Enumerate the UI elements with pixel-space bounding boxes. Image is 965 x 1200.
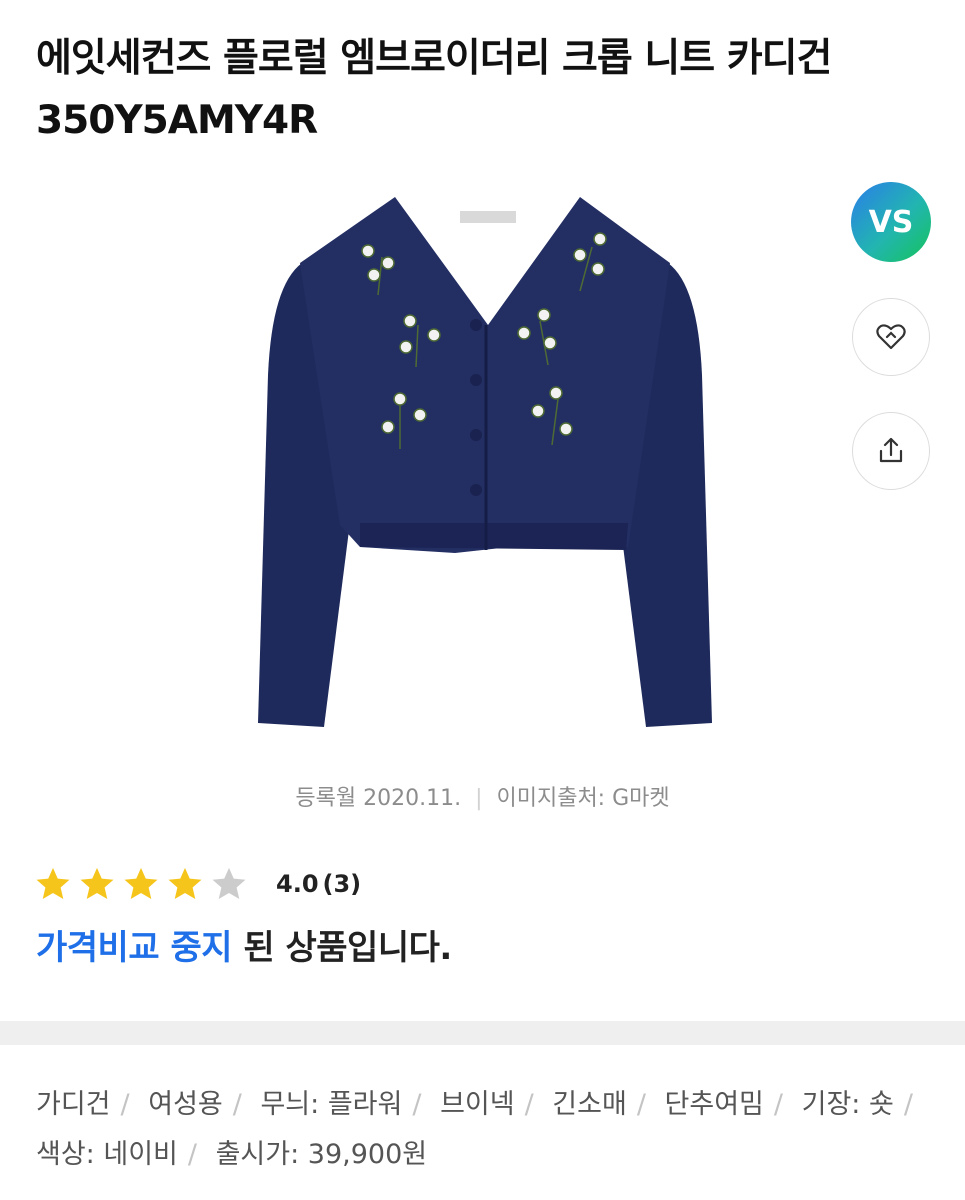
spec-separator: / xyxy=(773,1089,784,1120)
spec-separator: / xyxy=(412,1089,422,1120)
product-title: 에잇세컨즈 플로럴 엠브로이더리 크롭 니트 카디건 350Y5AMY4R xyxy=(36,36,832,143)
rating-score: 4.0 xyxy=(276,870,319,898)
section-divider xyxy=(0,1021,965,1045)
spec-item: 무늬: 플라워 xyxy=(260,1089,403,1120)
spec-separator: / xyxy=(903,1089,913,1120)
status-text: 된 상품입니다. xyxy=(232,928,452,968)
rating: 4.0 (3) xyxy=(34,862,361,906)
status-highlight: 가격비교 중지 xyxy=(36,928,233,968)
star-filled-icon xyxy=(36,867,70,900)
spec-item: 가디건 xyxy=(36,1089,111,1120)
image-source: 이미지출처: G마켓 xyxy=(496,786,670,811)
price-compare-status: 가격비교 중지 된 상품입니다. xyxy=(36,920,452,976)
heart-tag-icon xyxy=(876,324,906,350)
spec-item: 출시가: 39,900원 xyxy=(215,1139,428,1170)
product-specs: 가디건 / 여성용 / 무늬: 플라워 / 브이넥 / 긴소매 / 단추여밈 / 기장: 숏… xyxy=(36,1080,931,1180)
spec-separator: / xyxy=(524,1089,534,1120)
compare-vs-button[interactable]: VS xyxy=(851,182,931,262)
rating-stars xyxy=(34,865,254,903)
spec-item: 여성용 xyxy=(148,1089,223,1120)
meta-divider: | xyxy=(475,786,483,811)
product-meta: 등록월 2020.11. | 이미지출처: G마켓 xyxy=(0,780,965,812)
star-empty-icon xyxy=(212,867,246,900)
spec-item: 긴소매 xyxy=(552,1089,627,1120)
spec-item: 단추여밈 xyxy=(664,1089,764,1120)
review-count[interactable]: (3) xyxy=(323,870,362,898)
spec-separator: / xyxy=(636,1089,646,1120)
spec-item: 색상: 네이비 xyxy=(36,1139,178,1170)
spec-item: 기장: 숏 xyxy=(801,1089,894,1120)
registered-date: 등록월 2020.11. xyxy=(295,786,462,811)
spec-item: 브이넥 xyxy=(440,1089,515,1120)
spec-separator: / xyxy=(187,1139,197,1170)
product-image[interactable] xyxy=(240,175,730,745)
share-button[interactable] xyxy=(852,412,930,490)
vs-badge-label: VS xyxy=(868,204,914,240)
spec-separator: / xyxy=(232,1089,242,1120)
star-filled-icon xyxy=(80,867,114,900)
share-icon xyxy=(879,437,903,463)
star-filled-icon xyxy=(124,867,158,900)
star-filled-icon xyxy=(168,867,202,900)
spec-separator: / xyxy=(120,1089,130,1120)
wishlist-button[interactable] xyxy=(852,298,930,376)
